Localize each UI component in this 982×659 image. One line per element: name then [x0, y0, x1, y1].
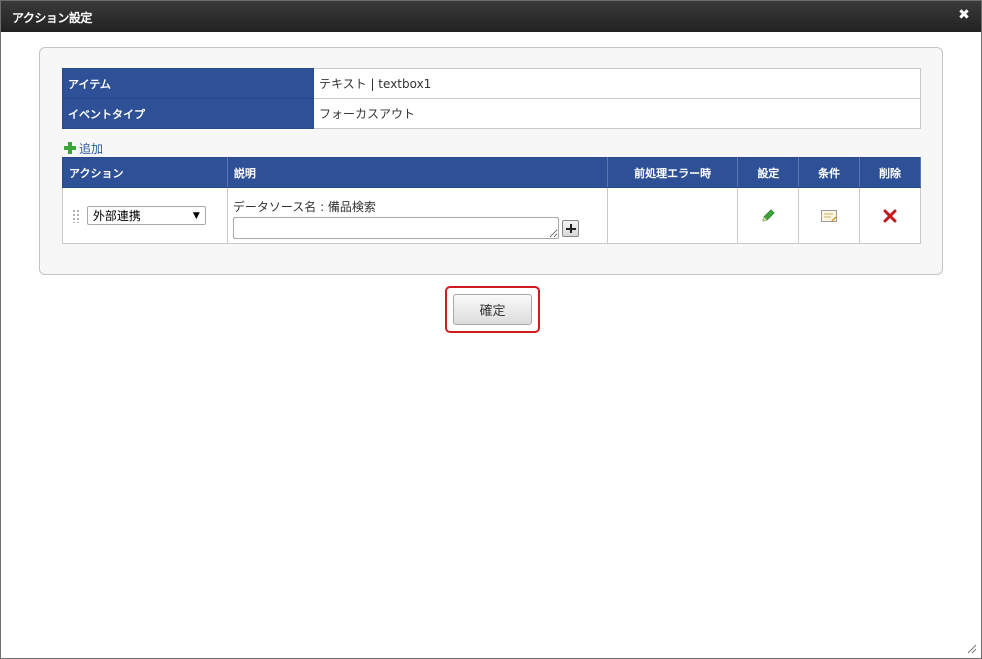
column-header-condition: 条件	[798, 157, 861, 188]
pencil-icon[interactable]	[760, 208, 776, 224]
column-header-delete: 削除	[859, 157, 921, 188]
actions-table: アクション 説明 前処理エラー時 設定 条件 削除 外部連携 ▼ データソース名…	[62, 157, 921, 244]
item-info-table: アイテム テキスト | textbox1 イベントタイプ フォーカスアウト	[62, 68, 921, 129]
settings-panel: アイテム テキスト | textbox1 イベントタイプ フォーカスアウト 追加…	[39, 47, 943, 275]
settings-cell	[737, 187, 800, 244]
action-type-value: 外部連携	[92, 209, 141, 223]
close-icon[interactable]: ✖	[957, 8, 971, 22]
note-icon[interactable]	[820, 208, 838, 224]
column-header-preprocess-error: 前処理エラー時	[606, 157, 739, 188]
confirm-button[interactable]: 確定	[453, 294, 532, 325]
action-type-select[interactable]: 外部連携 ▼	[86, 206, 206, 225]
plus-icon	[64, 142, 76, 154]
preprocess-error-cell	[606, 187, 739, 244]
description-textarea[interactable]	[232, 217, 559, 239]
add-description-button[interactable]	[561, 219, 579, 237]
item-value: テキスト | textbox1	[313, 68, 921, 99]
table-header-row: アクション 説明 前処理エラー時 設定 条件 削除	[62, 157, 921, 188]
column-header-action: アクション	[62, 157, 228, 188]
table-row: イベントタイプ フォーカスアウト	[62, 98, 921, 129]
action-settings-dialog: アクション設定 ✖ アイテム テキスト | textbox1 イベントタイプ フ…	[0, 0, 982, 659]
event-type-label: イベントタイプ	[62, 98, 314, 129]
item-label: アイテム	[62, 68, 314, 99]
resize-grip-icon[interactable]	[965, 642, 977, 654]
chevron-down-icon: ▼	[192, 210, 200, 221]
delete-cell	[859, 187, 921, 244]
column-header-description: 説明	[226, 157, 608, 188]
description-cell: データソース名 : 備品検索	[226, 187, 608, 244]
event-type-value: フォーカスアウト	[313, 98, 921, 129]
action-cell: 外部連携 ▼	[62, 187, 228, 244]
datasource-label: データソース名 : 備品検索	[232, 200, 376, 214]
table-row: 外部連携 ▼ データソース名 : 備品検索	[62, 187, 921, 244]
add-action-label: 追加	[79, 141, 104, 156]
drag-handle-icon[interactable]	[72, 208, 80, 223]
condition-cell	[798, 187, 861, 244]
dialog-titlebar[interactable]: アクション設定 ✖	[1, 1, 981, 32]
delete-icon[interactable]	[883, 209, 897, 223]
table-row: アイテム テキスト | textbox1	[62, 68, 921, 99]
add-action-link[interactable]: 追加	[64, 141, 104, 156]
confirm-highlight: 確定	[445, 286, 540, 333]
dialog-title: アクション設定	[12, 11, 92, 25]
column-header-settings: 設定	[737, 157, 800, 188]
